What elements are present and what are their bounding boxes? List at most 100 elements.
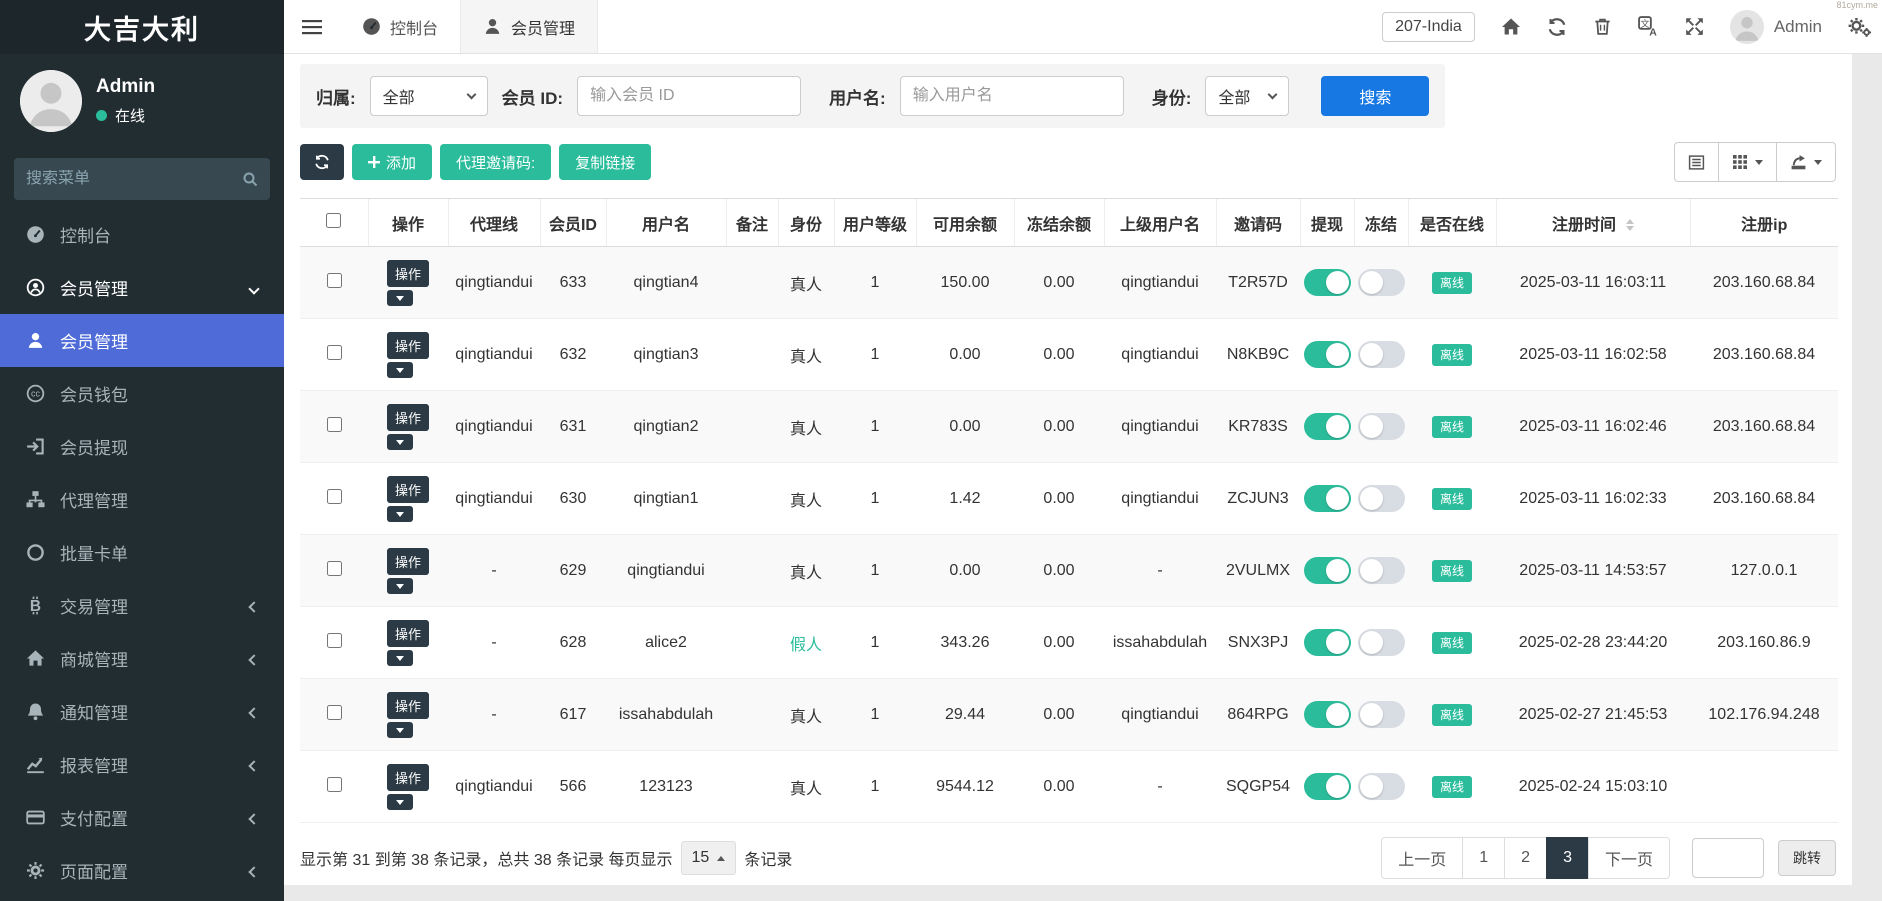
row-action-dropdown[interactable]: 操作	[387, 332, 429, 378]
next-page-button[interactable]: 下一页	[1588, 837, 1670, 879]
caret-down-icon[interactable]	[387, 794, 413, 810]
sidebar-item-trade-manage[interactable]: B 交易管理	[0, 579, 284, 632]
row-action-dropdown[interactable]: 操作	[387, 692, 429, 738]
watermark: 81cym.me	[1836, 0, 1878, 10]
freeze-toggle[interactable]	[1358, 629, 1405, 656]
sidebar-search-input[interactable]	[26, 170, 242, 188]
search-icon[interactable]	[242, 171, 258, 187]
withdraw-toggle[interactable]	[1304, 485, 1351, 512]
sidebar-item-member-parent[interactable]: 会员管理	[0, 261, 284, 314]
freeze-toggle[interactable]	[1358, 701, 1405, 728]
page-button-1[interactable]: 1	[1462, 837, 1505, 879]
table-row: 操作 - 629 qingtiandui 真人 1 0.00 0.00 - 2V…	[300, 535, 1838, 607]
freeze-toggle[interactable]	[1358, 413, 1405, 440]
topbar-user[interactable]: Admin	[1730, 10, 1822, 44]
sidebar-item-member-manage[interactable]: 会员管理	[0, 314, 284, 367]
sidebar-item-notice-manage[interactable]: 通知管理	[0, 685, 284, 738]
page-size-select[interactable]: 15	[681, 841, 737, 875]
freeze-toggle[interactable]	[1358, 269, 1405, 296]
prev-page-button[interactable]: 上一页	[1381, 837, 1463, 879]
caret-down-icon[interactable]	[387, 362, 413, 378]
sidebar-item-mall-manage[interactable]: 商城管理	[0, 632, 284, 685]
withdraw-toggle[interactable]	[1304, 773, 1351, 800]
sidebar-item-member-withdraw[interactable]: 会员提现	[0, 420, 284, 473]
row-action-dropdown[interactable]: 操作	[387, 404, 429, 450]
freeze-toggle[interactable]	[1358, 485, 1405, 512]
withdraw-toggle[interactable]	[1304, 341, 1351, 368]
page-button-2[interactable]: 2	[1504, 837, 1547, 879]
row-checkbox[interactable]	[327, 705, 342, 720]
row-checkbox[interactable]	[327, 633, 342, 648]
row-action-dropdown[interactable]: 操作	[387, 764, 429, 810]
sidebar-item-report-manage[interactable]: 报表管理	[0, 738, 284, 791]
add-button[interactable]: 添加	[352, 144, 432, 180]
cell-username: qingtian1	[606, 463, 726, 535]
fullscreen-icon[interactable]	[1685, 17, 1704, 36]
cell-parent-username: issahabdulah	[1104, 607, 1216, 679]
caret-down-icon[interactable]	[387, 650, 413, 666]
sidebar-item-page-config[interactable]: 页面配置	[0, 844, 284, 897]
withdraw-icon	[24, 437, 46, 456]
agent-invite-code-button[interactable]: 代理邀请码:	[440, 144, 551, 180]
username-input[interactable]	[900, 76, 1124, 116]
freeze-toggle[interactable]	[1358, 557, 1405, 584]
sidebar-item-member-wallet[interactable]: cc 会员钱包	[0, 367, 284, 420]
home-icon[interactable]	[1501, 17, 1521, 37]
tab-member[interactable]: 会员管理	[460, 0, 598, 53]
caret-down-icon	[1755, 160, 1763, 165]
server-selector[interactable]: 207-India	[1382, 12, 1475, 42]
sidebar-item-dashboard[interactable]: 控制台	[0, 208, 284, 261]
row-checkbox[interactable]	[327, 777, 342, 792]
withdraw-toggle[interactable]	[1304, 413, 1351, 440]
row-checkbox[interactable]	[327, 417, 342, 432]
cell-register-ip: 127.0.0.1	[1690, 535, 1838, 607]
row-action-dropdown[interactable]: 操作	[387, 260, 429, 306]
withdraw-toggle[interactable]	[1304, 629, 1351, 656]
settings-gears-icon[interactable]	[1848, 16, 1872, 38]
tab-dashboard[interactable]: 控制台	[340, 0, 460, 53]
jump-button[interactable]: 跳转	[1778, 840, 1836, 876]
cell-frozen-balance: 0.00	[1014, 535, 1104, 607]
caret-down-icon[interactable]	[387, 506, 413, 522]
withdraw-toggle[interactable]	[1304, 701, 1351, 728]
sort-icon[interactable]	[1626, 219, 1634, 231]
detail-view-button[interactable]	[1674, 142, 1719, 182]
identity-select[interactable]: 全部	[1205, 76, 1289, 116]
search-button[interactable]: 搜索	[1321, 76, 1429, 116]
row-checkbox[interactable]	[327, 273, 342, 288]
copy-link-button[interactable]: 复制链接	[559, 144, 651, 180]
row-action-dropdown[interactable]: 操作	[387, 548, 429, 594]
row-action-dropdown[interactable]: 操作	[387, 476, 429, 522]
row-checkbox[interactable]	[327, 489, 342, 504]
sidebar-item-agent-manage[interactable]: 代理管理	[0, 473, 284, 526]
caret-down-icon[interactable]	[387, 290, 413, 306]
translate-icon[interactable]: 文A	[1638, 16, 1659, 37]
hamburger-menu-icon[interactable]	[284, 0, 340, 53]
select-all-checkbox[interactable]	[326, 213, 341, 228]
withdraw-toggle[interactable]	[1304, 269, 1351, 296]
export-button[interactable]	[1777, 142, 1836, 182]
cell-identity: 真人	[778, 751, 834, 823]
freeze-toggle[interactable]	[1358, 341, 1405, 368]
cell-invite-code: 2VULMX	[1216, 535, 1300, 607]
caret-down-icon[interactable]	[387, 434, 413, 450]
caret-down-icon[interactable]	[387, 578, 413, 594]
owner-select[interactable]: 全部	[370, 76, 488, 116]
column-header[interactable]: 注册时间	[1496, 199, 1690, 247]
row-checkbox[interactable]	[327, 561, 342, 576]
row-checkbox[interactable]	[327, 345, 342, 360]
sidebar-item-batch-orders[interactable]: 批量卡单	[0, 526, 284, 579]
caret-down-icon[interactable]	[387, 722, 413, 738]
sidebar-item-pay-config[interactable]: 支付配置	[0, 791, 284, 844]
withdraw-toggle[interactable]	[1304, 557, 1351, 584]
jump-page-input[interactable]	[1692, 838, 1764, 878]
trash-icon[interactable]	[1593, 17, 1612, 36]
member-id-input[interactable]	[577, 76, 801, 116]
freeze-toggle[interactable]	[1358, 773, 1405, 800]
user-panel: Admin 在线	[0, 54, 284, 146]
columns-view-button[interactable]	[1719, 142, 1777, 182]
refresh-icon[interactable]	[1547, 17, 1567, 37]
page-button-3[interactable]: 3	[1546, 837, 1589, 879]
refresh-button[interactable]	[300, 144, 344, 180]
row-action-dropdown[interactable]: 操作	[387, 620, 429, 666]
